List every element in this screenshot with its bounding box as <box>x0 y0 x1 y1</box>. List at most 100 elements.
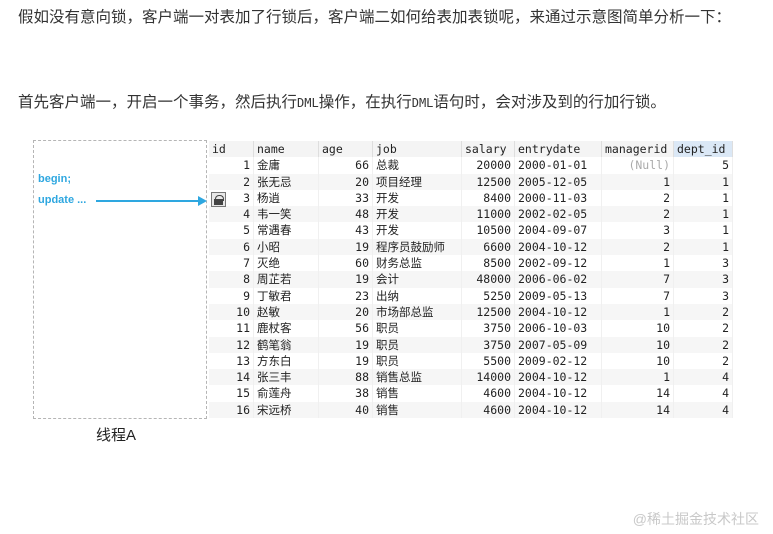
cell-salary: 6600 <box>461 238 515 256</box>
cell-name: 俞莲舟 <box>253 385 319 402</box>
cell-id: 4 <box>209 206 254 223</box>
table-row: 9 丁敏君 23 出纳 5250 2009-05-13 7 3 <box>209 287 733 304</box>
cell-dept-id: 3 <box>673 287 733 304</box>
cell-salary: 10500 <box>461 222 515 239</box>
cell-dept-id: 4 <box>673 401 733 419</box>
cell-job: 职员 <box>372 336 462 353</box>
p2-text-a: 首先客户端一，开启一个事务，然后执行 <box>18 93 298 111</box>
cell-id: 15 <box>209 385 254 402</box>
cell-dept-id: 1 <box>673 189 733 207</box>
cell-dept-id: 2 <box>673 303 733 321</box>
cell-entrydate: 2004-10-12 <box>514 238 602 256</box>
cell-job: 总裁 <box>372 157 462 174</box>
cell-age: 56 <box>318 320 373 337</box>
p2-dml-2: DML <box>411 96 434 110</box>
cell-salary: 5500 <box>461 352 515 370</box>
table-row: 13 方东白 19 职员 5500 2009-02-12 10 2 <box>209 352 733 370</box>
cell-age: 23 <box>318 287 373 304</box>
cell-name: 张三丰 <box>253 369 319 386</box>
cell-id: 14 <box>209 369 254 386</box>
column-header-id: id <box>209 141 254 158</box>
cell-name: 宋远桥 <box>253 401 319 419</box>
cell-name: 小昭 <box>253 238 319 256</box>
cell-id: 10 <box>209 303 254 321</box>
cell-dept-id: 3 <box>673 271 733 288</box>
cell-salary: 11000 <box>461 206 515 223</box>
cell-age: 33 <box>318 189 373 207</box>
cell-managerid: 7 <box>601 287 674 304</box>
cell-age: 88 <box>318 369 373 386</box>
cell-dept-id: 2 <box>673 336 733 353</box>
cell-salary: 8400 <box>461 189 515 207</box>
cell-job: 职员 <box>372 352 462 370</box>
cell-name: 丁敏君 <box>253 287 319 304</box>
cell-dept-id: 4 <box>673 385 733 402</box>
cell-age: 43 <box>318 222 373 239</box>
cell-managerid: 1 <box>601 369 674 386</box>
cell-name: 鹤笔翁 <box>253 336 319 353</box>
cell-job: 开发 <box>372 189 462 207</box>
cell-dept-id: 1 <box>673 222 733 239</box>
table-row: 8 周芷若 19 会计 48000 2006-06-02 7 3 <box>209 271 733 288</box>
cell-salary: 3750 <box>461 320 515 337</box>
cell-dept-id: 2 <box>673 352 733 370</box>
table-header-row: id name age job salary entrydate manager… <box>209 141 733 158</box>
cell-job: 会计 <box>372 271 462 288</box>
watermark: @稀土掘金技术社区 <box>632 511 759 527</box>
p2-text-c: 语句时，会对涉及到的行加行锁。 <box>433 93 666 111</box>
cell-entrydate: 2004-09-07 <box>514 222 602 239</box>
cell-id: 6 <box>209 238 254 256</box>
cell-name: 赵敏 <box>253 303 319 321</box>
cell-job: 财务总监 <box>372 255 462 272</box>
cell-age: 20 <box>318 173 373 190</box>
cell-salary: 4600 <box>461 385 515 402</box>
lock-icon <box>211 192 226 207</box>
cell-name: 韦一笑 <box>253 206 319 223</box>
cell-id: 7 <box>209 255 254 272</box>
intro-paragraph: 假如没有意向锁，客户端一对表加了行锁后，客户端二如何给表加表锁呢，来通过示意图简… <box>18 8 732 26</box>
cell-job: 市场部总监 <box>372 303 462 321</box>
thread-caption: 线程A <box>96 427 137 444</box>
table-row: 2 张无忌 20 项目经理 12500 2005-12-05 1 1 <box>209 173 733 190</box>
cell-id: 9 <box>209 287 254 304</box>
cell-salary: 48000 <box>461 271 515 288</box>
cell-dept-id: 4 <box>673 369 733 386</box>
table-row: 5 常遇春 43 开发 10500 2004-09-07 3 1 <box>209 222 733 239</box>
table-row: 6 小昭 19 程序员鼓励师 6600 2004-10-12 2 1 <box>209 238 733 256</box>
cell-age: 19 <box>318 352 373 370</box>
cell-dept-id: 5 <box>673 157 733 174</box>
column-header-job: job <box>372 141 462 158</box>
cell-salary: 3750 <box>461 336 515 353</box>
cell-entrydate: 2000-11-03 <box>514 189 602 207</box>
cell-managerid: 2 <box>601 189 674 207</box>
cell-name: 杨逍 <box>253 189 319 207</box>
cell-id: 5 <box>209 222 254 239</box>
cell-entrydate: 2006-10-03 <box>514 320 602 337</box>
cell-dept-id: 3 <box>673 255 733 272</box>
cell-name: 鹿杖客 <box>253 320 319 337</box>
column-header-entrydate: entrydate <box>514 141 602 158</box>
cell-age: 40 <box>318 401 373 419</box>
cell-salary: 8500 <box>461 255 515 272</box>
cell-age: 66 <box>318 157 373 174</box>
cell-managerid: 2 <box>601 206 674 223</box>
cell-managerid: 14 <box>601 385 674 402</box>
table-row: 4 韦一笑 48 开发 11000 2002-02-05 2 1 <box>209 206 733 223</box>
p2-dml-1: DML <box>297 96 319 110</box>
cell-age: 48 <box>318 206 373 223</box>
cell-job: 项目经理 <box>372 173 462 190</box>
p2-text-b: 操作，在执行 <box>318 93 412 111</box>
cell-entrydate: 2006-06-02 <box>514 271 602 288</box>
cell-entrydate: 2004-10-12 <box>514 401 602 419</box>
cell-age: 19 <box>318 336 373 353</box>
cell-salary: 5250 <box>461 287 515 304</box>
cell-managerid: 14 <box>601 401 674 419</box>
table-row: 10 赵敏 20 市场部总监 12500 2004-10-12 1 2 <box>209 303 733 321</box>
cell-job: 出纳 <box>372 287 462 304</box>
cell-managerid: 1 <box>601 173 674 190</box>
cell-entrydate: 2005-12-05 <box>514 173 602 190</box>
thread-line-begin: begin; <box>38 173 71 185</box>
step-paragraph: 首先客户端一，开启一个事务，然后执行DML操作，在执行DML语句时，会对涉及到的… <box>18 85 758 120</box>
cell-managerid: 2 <box>601 238 674 256</box>
table-row: 16 宋远桥 40 销售 4600 2004-10-12 14 4 <box>209 401 733 419</box>
